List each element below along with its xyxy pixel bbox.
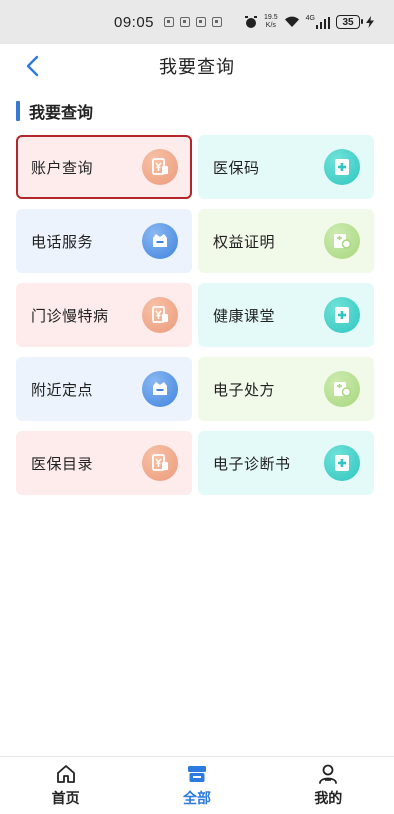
- nav-all[interactable]: 全部: [142, 763, 252, 808]
- chevron-left-icon: [26, 55, 39, 77]
- network-speed-value: 19.5: [264, 14, 278, 21]
- service-tile-label: 电子处方: [213, 380, 276, 399]
- store-icon: [187, 766, 206, 782]
- service-tile[interactable]: 医保码: [198, 135, 374, 199]
- service-tile-label: 健康课堂: [213, 306, 276, 325]
- service-tile[interactable]: 权益证明: [198, 209, 374, 273]
- medical-kit-icon: [324, 149, 360, 185]
- service-tile[interactable]: 附近定点: [16, 357, 192, 421]
- service-tile[interactable]: 医保目录: [16, 431, 192, 495]
- medical-kit-icon: [324, 297, 360, 333]
- wifi-icon: [284, 16, 300, 28]
- service-tile-label: 医保码: [213, 158, 260, 177]
- notification-icon: [164, 17, 175, 27]
- charging-icon: [366, 16, 374, 28]
- bottom-nav: 首页 全部 我的: [0, 756, 394, 814]
- signal-icon: 4G: [306, 15, 330, 29]
- service-tile-label: 电话服务: [31, 232, 94, 251]
- section-accent-bar: [16, 101, 20, 121]
- service-tile[interactable]: 电话服务: [16, 209, 192, 273]
- nav-mine-label: 我的: [314, 791, 343, 807]
- service-tile-label: 附近定点: [31, 380, 94, 399]
- back-button[interactable]: [18, 52, 46, 80]
- status-time: 09:05: [113, 13, 155, 31]
- certificate-icon: [324, 223, 360, 259]
- section-title: 我要查询: [29, 103, 94, 122]
- status-bar: 09:05 19.5 K/s 4G 35: [0, 0, 394, 44]
- service-tile-label: 医保目录: [31, 454, 94, 473]
- service-tile[interactable]: 电子诊断书: [198, 431, 374, 495]
- section-header: 我要查询: [16, 100, 93, 122]
- service-tile[interactable]: 账户查询: [16, 135, 192, 199]
- network-speed-unit: K/s: [265, 22, 276, 29]
- battery-level: 35: [342, 16, 354, 28]
- nav-home[interactable]: 首页: [11, 763, 121, 808]
- service-tile[interactable]: 门诊慢特病: [16, 283, 192, 347]
- nav-mine[interactable]: 我的: [273, 763, 383, 808]
- tray-icon: [142, 371, 178, 407]
- app-header: 我要查询: [0, 44, 394, 88]
- service-tile-label: 账户查询: [31, 158, 94, 177]
- certificate-icon: [324, 371, 360, 407]
- service-tile[interactable]: 健康课堂: [198, 283, 374, 347]
- notification-icon: [212, 17, 223, 27]
- ledger-icon: [142, 297, 178, 333]
- user-icon: [319, 764, 338, 784]
- ledger-icon: [142, 445, 178, 481]
- service-grid: 账户查询 医保码电话服务 权益证明门诊慢特病 健康课堂附近定点 电子处方医保目录 电子诊断…: [16, 135, 376, 495]
- service-tile-label: 门诊慢特病: [31, 306, 109, 325]
- service-tile-label: 权益证明: [213, 232, 276, 251]
- medical-kit-icon: [324, 445, 360, 481]
- page-title: 我要查询: [159, 57, 235, 78]
- network-speed: 19.5 K/s: [264, 14, 278, 30]
- notification-icon: [196, 17, 207, 27]
- network-type: 4G: [305, 15, 315, 22]
- battery-icon: 35: [336, 15, 363, 29]
- service-tile[interactable]: 电子处方: [198, 357, 374, 421]
- notification-icon: [180, 17, 191, 27]
- service-tile-label: 电子诊断书: [213, 454, 291, 473]
- tray-icon: [142, 223, 178, 259]
- nav-all-label: 全部: [182, 791, 211, 807]
- home-icon: [56, 765, 75, 783]
- nav-home-label: 首页: [51, 791, 80, 807]
- alarm-icon: [244, 15, 258, 29]
- ledger-icon: [142, 149, 178, 185]
